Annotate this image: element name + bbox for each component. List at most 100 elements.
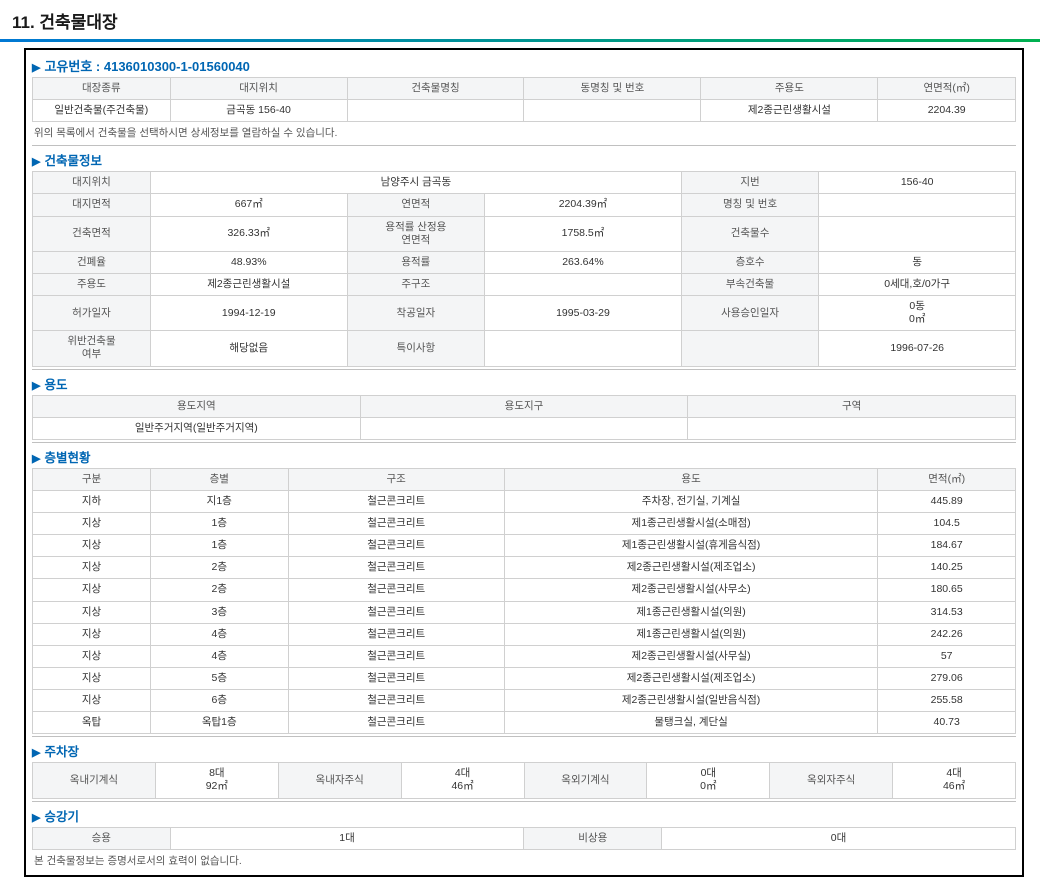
table-header-cell: 주구조 xyxy=(347,273,485,295)
table-cell: 242.26 xyxy=(878,623,1016,645)
table-row: 지상4층철근콘크리트제1종근린생활시설(의원)242.26 xyxy=(33,623,1016,645)
section-title-text: 건축물정보 xyxy=(44,154,102,168)
table-cell: 일반주거지역(일반주거지역) xyxy=(33,417,361,439)
table-cell: 0동 0㎡ xyxy=(819,296,1016,331)
register-panel: ▶고유번호 : 4136010300-1-01560040 대장종류대지위치건축… xyxy=(24,48,1024,877)
table-cell: 지상 xyxy=(33,623,151,645)
table-cell xyxy=(524,100,701,122)
chevron-right-icon: ▶ xyxy=(32,156,40,168)
table-cell: 제2종근린생활시설 xyxy=(701,100,878,122)
table-cell: 263.64% xyxy=(485,251,682,273)
table-cell: 1996-07-26 xyxy=(819,331,1016,366)
table-cell: 제2종근린생활시설(사무소) xyxy=(504,579,878,601)
table-cell: 40.73 xyxy=(878,712,1016,734)
table-header-cell: 구조 xyxy=(288,468,504,490)
table-cell: 제2종근린생활시설(제조업소) xyxy=(504,667,878,689)
section-parking: ▶주차장 xyxy=(32,736,1016,762)
table-cell: 2층 xyxy=(150,579,288,601)
table-row: 지상2층철근콘크리트제2종근린생활시설(제조업소)140.25 xyxy=(33,557,1016,579)
table-header-cell: 옥내자주식 xyxy=(278,763,401,798)
table-cell: 지상 xyxy=(33,557,151,579)
table-cell: 326.33㎡ xyxy=(150,216,347,251)
table-header-cell: 위반건축물 여부 xyxy=(33,331,151,366)
table-cell: 4대 46㎡ xyxy=(401,763,524,798)
table-header-cell: 용도지구 xyxy=(360,395,688,417)
table-cell: 동 xyxy=(819,251,1016,273)
section-floors: ▶층별현황 xyxy=(32,442,1016,468)
table-row: 지상1층철근콘크리트제1종근린생활시설(휴게음식점)184.67 xyxy=(33,535,1016,557)
table-header-cell: 구분 xyxy=(33,468,151,490)
table-cell: 2층 xyxy=(150,557,288,579)
table-cell: 156-40 xyxy=(819,172,1016,194)
table-cell: 180.65 xyxy=(878,579,1016,601)
table-header-cell: 명칭 및 번호 xyxy=(681,194,819,216)
table-cell: 279.06 xyxy=(878,667,1016,689)
unique-number: ▶고유번호 : 4136010300-1-01560040 xyxy=(32,54,1016,77)
table-row: 건폐율48.93%용적률263.64%층호수동 xyxy=(33,251,1016,273)
table-cell: 철근콘크리트 xyxy=(288,601,504,623)
table-cell: 2204.39㎡ xyxy=(485,194,682,216)
table-cell: 1995-03-29 xyxy=(485,296,682,331)
table-header-cell: 층별 xyxy=(150,468,288,490)
table-cell: 지하 xyxy=(33,490,151,512)
table-cell: 철근콘크리트 xyxy=(288,535,504,557)
table-cell: 제2종근린생활시설(일반음식점) xyxy=(504,690,878,712)
table-cell: 철근콘크리트 xyxy=(288,712,504,734)
table-header-cell: 층호수 xyxy=(681,251,819,273)
table-header-cell: 옥외자주식 xyxy=(770,763,893,798)
table-cell: 1층 xyxy=(150,535,288,557)
table-cell: 지상 xyxy=(33,535,151,557)
table-header-cell: 비상용 xyxy=(524,827,662,849)
table-cell: 6층 xyxy=(150,690,288,712)
table-row: 대지위치남양주시 금곡동지번156-40 xyxy=(33,172,1016,194)
table-row: 허가일자1994-12-19착공일자1995-03-29사용승인일자0동 0㎡ xyxy=(33,296,1016,331)
table-cell xyxy=(485,273,682,295)
table-cell: 주차장, 전기실, 기계실 xyxy=(504,490,878,512)
table-cell: 0대 xyxy=(662,827,1016,849)
table-header-cell: 주용도 xyxy=(701,78,878,100)
table-cell: 8대 92㎡ xyxy=(155,763,278,798)
table-cell: 철근콘크리트 xyxy=(288,690,504,712)
table-cell xyxy=(819,216,1016,251)
table-cell: 제1종근린생활시설(의원) xyxy=(504,601,878,623)
section-usage: ▶ 용도 xyxy=(32,369,1016,395)
section-title-text: 용도 xyxy=(44,378,67,392)
table-cell: 314.53 xyxy=(878,601,1016,623)
table-cell: 지상 xyxy=(33,601,151,623)
table-cell: 184.67 xyxy=(878,535,1016,557)
section-title-text: 층별현황 xyxy=(44,451,90,465)
table-cell: 철근콘크리트 xyxy=(288,490,504,512)
table-header-cell: 연면적(㎡) xyxy=(878,78,1016,100)
table-cell: 57 xyxy=(878,645,1016,667)
table-header-cell: 옥외기계식 xyxy=(524,763,647,798)
table-header-cell: 용도지역 xyxy=(33,395,361,417)
table-cell: 철근콘크리트 xyxy=(288,623,504,645)
table-cell: 0대 0㎡ xyxy=(647,763,770,798)
footer-note: 본 건축물정보는 증명서로서의 효력이 없습니다. xyxy=(32,850,1016,871)
table-row: 지하지1층철근콘크리트주차장, 전기실, 기계실445.89 xyxy=(33,490,1016,512)
table-header-cell: 대지위치 xyxy=(170,78,347,100)
hint-note: 위의 목록에서 건축물을 선택하시면 상세정보를 열람하실 수 있습니다. xyxy=(32,122,1016,143)
page-title: 11. 건축물대장 xyxy=(0,0,1040,42)
table-header-cell: 면적(㎡) xyxy=(878,468,1016,490)
table-header-cell: 건축물수 xyxy=(681,216,819,251)
table-cell: 지상 xyxy=(33,645,151,667)
chevron-right-icon: ▶ xyxy=(32,380,40,392)
table-cell xyxy=(485,331,682,366)
table-header-cell: 사용승인일자 xyxy=(681,296,819,331)
summary-table: 대장종류대지위치건축물명칭동명칭 및 번호주용도연면적(㎡) 일반건축물(주건축… xyxy=(32,77,1016,122)
table-header-cell: 연면적 xyxy=(347,194,485,216)
table-row: 건축면적326.33㎡용적률 산정용 연면적1758.5㎡건축물수 xyxy=(33,216,1016,251)
section-building-info: ▶ 건축물정보 xyxy=(32,145,1016,171)
usage-table: 용도지역용도지구구역 일반주거지역(일반주거지역) xyxy=(32,395,1016,440)
table-cell: 철근콘크리트 xyxy=(288,557,504,579)
table-cell: 금곡동 156-40 xyxy=(170,100,347,122)
table-cell: 4대 46㎡ xyxy=(893,763,1016,798)
table-cell: 지1층 xyxy=(150,490,288,512)
table-row: 옥탑옥탑1층철근콘크리트물탱크실, 계단실40.73 xyxy=(33,712,1016,734)
table-header-cell: 용적률 산정용 연면적 xyxy=(347,216,485,251)
table-header-cell: 특이사항 xyxy=(347,331,485,366)
table-header-cell: 지번 xyxy=(681,172,819,194)
table-header-cell: 대장종류 xyxy=(33,78,171,100)
table-cell xyxy=(347,100,524,122)
